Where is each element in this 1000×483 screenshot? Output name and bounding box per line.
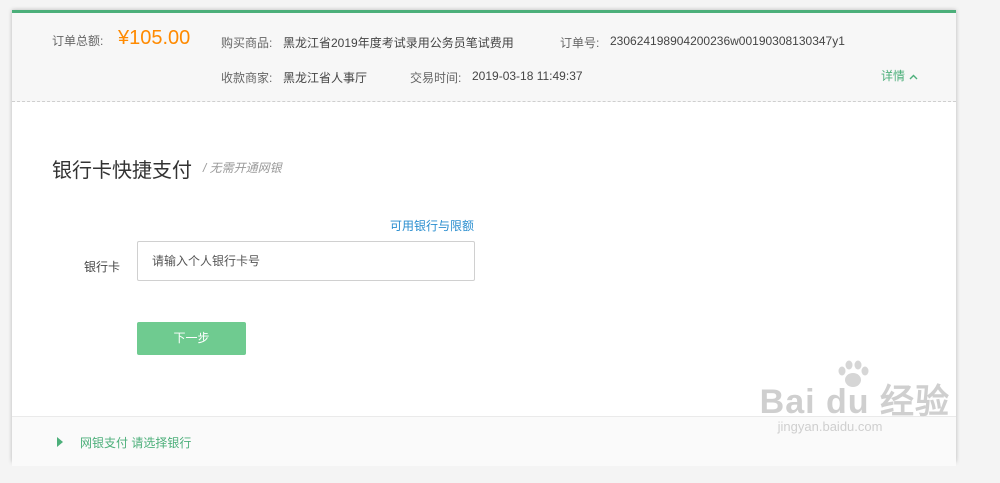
order-number-value: 230624198904200236w00190308130347y1 (610, 34, 845, 48)
baidu-jingyan-watermark: Bai du 经验 jingyan.baidu.com (760, 360, 950, 434)
product-label: 购买商品: (221, 36, 273, 50)
total-amount-value: ¥105.00 (118, 27, 191, 49)
triangle-right-icon (57, 437, 63, 447)
transaction-time-value: 2019-03-18 11:49:37 (472, 69, 583, 83)
total-amount-label: 订单总额: (52, 34, 104, 48)
merchant-value: 黑龙江省人事厅 (283, 71, 368, 85)
order-number-label: 订单号: (560, 36, 600, 50)
details-toggle[interactable]: 详情 (881, 67, 918, 84)
next-step-button[interactable]: 下一步 (137, 322, 246, 355)
paw-logo-icon (838, 360, 869, 387)
product-value: 黑龙江省2019年度考试录用公务员笔试费用 (283, 36, 514, 50)
details-label: 详情 (881, 69, 906, 83)
merchant-label: 收款商家: (221, 71, 273, 85)
payment-method-subtitle: / 无需开通网银 (203, 161, 282, 175)
supported-banks-link[interactable]: 可用银行与限额 (390, 217, 474, 234)
transaction-time-label: 交易时间: (410, 71, 462, 85)
bank-card-input[interactable] (137, 241, 475, 281)
chevron-up-icon (909, 69, 918, 83)
payment-method-title: 银行卡快捷支付 (52, 160, 192, 182)
bank-card-label: 银行卡 (84, 260, 121, 274)
order-summary: 订单总额: ¥105.00 购买商品: 黑龙江省2019年度考试录用公务员笔试费… (12, 13, 956, 102)
online-banking-label: 网银支付 请选择银行 (80, 436, 192, 450)
